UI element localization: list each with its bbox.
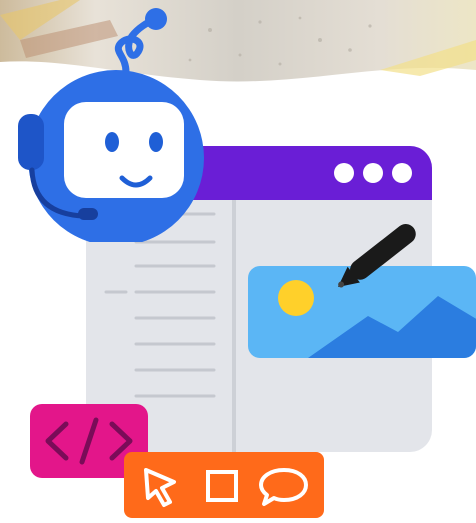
illustration-stage: [0, 0, 476, 522]
antenna: [114, 16, 158, 76]
robot-mascot-icon: [18, 8, 204, 242]
pen-icon: [337, 224, 416, 288]
eye-right: [149, 132, 163, 152]
window-dots-icon: [334, 163, 412, 183]
eye-left: [105, 132, 119, 152]
sun-icon: [278, 280, 314, 316]
tool-bar: [124, 452, 324, 518]
